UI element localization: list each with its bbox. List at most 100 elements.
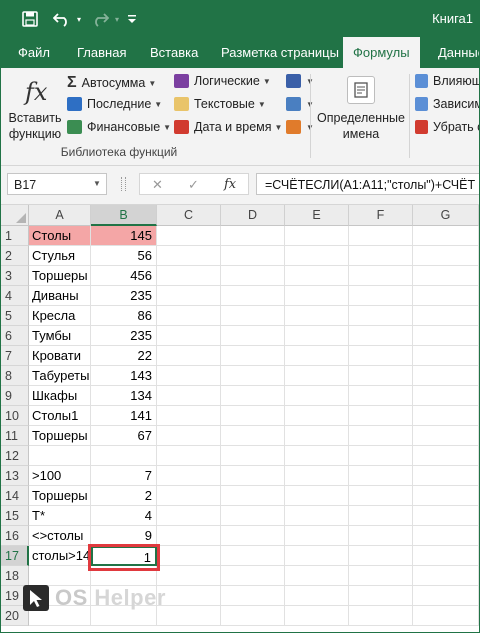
empty-cell[interactable] [221, 406, 285, 426]
empty-cell[interactable] [285, 326, 349, 346]
trace-precedents-button[interactable]: Влияющ [415, 74, 479, 88]
empty-cell[interactable] [221, 546, 285, 566]
empty-cell[interactable] [413, 606, 479, 626]
empty-cell[interactable] [349, 446, 413, 466]
empty-cell[interactable] [349, 466, 413, 486]
empty-cell[interactable] [349, 546, 413, 566]
empty-cell[interactable] [413, 226, 479, 246]
empty-cell[interactable] [221, 486, 285, 506]
recent-button[interactable]: Последние ▼ [67, 97, 162, 111]
empty-cell[interactable] [349, 506, 413, 526]
empty-cell[interactable] [413, 486, 479, 506]
row-header[interactable]: 17 [1, 546, 29, 566]
empty-cell[interactable] [285, 426, 349, 446]
customize-toolbar-icon[interactable] [125, 9, 139, 29]
cell-b10[interactable]: 141 [91, 406, 157, 426]
empty-cell[interactable] [221, 226, 285, 246]
undo-icon[interactable] [51, 9, 73, 29]
empty-cell[interactable] [413, 366, 479, 386]
cell-a13[interactable]: >100 [29, 466, 91, 486]
cell-a4[interactable]: Диваны [29, 286, 91, 306]
empty-cell[interactable] [349, 586, 413, 606]
empty-cell[interactable] [285, 406, 349, 426]
empty-cell[interactable] [221, 306, 285, 326]
cell-a17[interactable]: столы>14 [29, 546, 91, 566]
row-header[interactable]: 7 [1, 346, 29, 366]
empty-cell[interactable] [157, 386, 221, 406]
empty-cell[interactable] [221, 346, 285, 366]
empty-cell[interactable] [157, 446, 221, 466]
tab-insert[interactable]: Вставка [150, 37, 198, 68]
empty-cell[interactable] [349, 366, 413, 386]
empty-cell[interactable] [157, 306, 221, 326]
formula-input[interactable]: =СЧЁТЕСЛИ(A1:A11;"столы")+СЧЁТ [256, 173, 479, 195]
empty-cell[interactable] [157, 346, 221, 366]
empty-cell[interactable] [349, 386, 413, 406]
empty-cell[interactable] [157, 606, 221, 626]
defined-names-button[interactable]: Определенные имена [315, 72, 407, 144]
cell-a1[interactable]: Столы [29, 226, 91, 246]
empty-cell[interactable] [157, 246, 221, 266]
empty-cell[interactable] [285, 366, 349, 386]
empty-cell[interactable] [221, 606, 285, 626]
empty-cell[interactable] [221, 246, 285, 266]
empty-cell[interactable] [285, 306, 349, 326]
cell-b6[interactable]: 235 [91, 326, 157, 346]
save-icon[interactable] [19, 9, 41, 29]
row-header[interactable]: 1 [1, 226, 29, 246]
column-header-f[interactable]: F [349, 205, 413, 226]
empty-cell[interactable] [349, 226, 413, 246]
empty-cell[interactable] [285, 506, 349, 526]
cell-a2[interactable]: Стулья [29, 246, 91, 266]
empty-cell[interactable] [285, 226, 349, 246]
datetime-button[interactable]: Дата и время ▼ [174, 120, 282, 134]
row-header[interactable]: 9 [1, 386, 29, 406]
row-header[interactable]: 13 [1, 466, 29, 486]
row-header[interactable]: 10 [1, 406, 29, 426]
empty-cell[interactable] [413, 406, 479, 426]
empty-cell[interactable] [221, 426, 285, 446]
cell-a16[interactable]: <>столы [29, 526, 91, 546]
empty-cell[interactable] [285, 606, 349, 626]
cell-a10[interactable]: Столы1 [29, 406, 91, 426]
cell-a3[interactable]: Торшеры [29, 266, 91, 286]
empty-cell[interactable] [349, 526, 413, 546]
empty-cell[interactable] [413, 306, 479, 326]
row-header[interactable]: 12 [1, 446, 29, 466]
empty-cell[interactable] [157, 406, 221, 426]
column-header-g[interactable]: G [413, 205, 479, 226]
cell-b13[interactable]: 7 [91, 466, 157, 486]
cell-b11[interactable]: 67 [91, 426, 157, 446]
empty-cell[interactable] [413, 426, 479, 446]
cell-a7[interactable]: Кровати [29, 346, 91, 366]
empty-cell[interactable] [157, 506, 221, 526]
cell-b14[interactable]: 2 [91, 486, 157, 506]
remove-arrows-button[interactable]: Убрать с [415, 120, 479, 134]
formula-bar-grip-icon[interactable] [121, 177, 126, 191]
empty-cell[interactable] [221, 366, 285, 386]
empty-cell[interactable] [285, 286, 349, 306]
empty-cell[interactable] [349, 606, 413, 626]
empty-cell[interactable] [413, 566, 479, 586]
text-button[interactable]: Текстовые ▼ [174, 97, 266, 111]
autosum-button[interactable]: Σ Автосумма ▼ [67, 74, 156, 92]
empty-cell[interactable] [285, 566, 349, 586]
cell-a9[interactable]: Шкафы [29, 386, 91, 406]
tab-page-layout[interactable]: Разметка страницы [221, 37, 339, 68]
empty-cell[interactable] [221, 386, 285, 406]
insert-function-icon[interactable]: fx [224, 174, 236, 196]
empty-cell[interactable] [349, 246, 413, 266]
empty-cell[interactable] [221, 526, 285, 546]
cell-b15[interactable]: 4 [91, 506, 157, 526]
empty-cell[interactable] [157, 526, 221, 546]
cancel-icon[interactable]: ✕ [152, 174, 163, 196]
tab-data[interactable]: Данные [438, 37, 479, 68]
row-header[interactable]: 16 [1, 526, 29, 546]
column-header-e[interactable]: E [285, 205, 349, 226]
empty-cell[interactable] [157, 486, 221, 506]
cell-b8[interactable]: 143 [91, 366, 157, 386]
tab-formulas[interactable]: Формулы [343, 37, 420, 68]
insert-function-button[interactable]: fx Вставить функцию [5, 72, 65, 142]
empty-cell[interactable] [349, 306, 413, 326]
empty-cell[interactable] [157, 266, 221, 286]
